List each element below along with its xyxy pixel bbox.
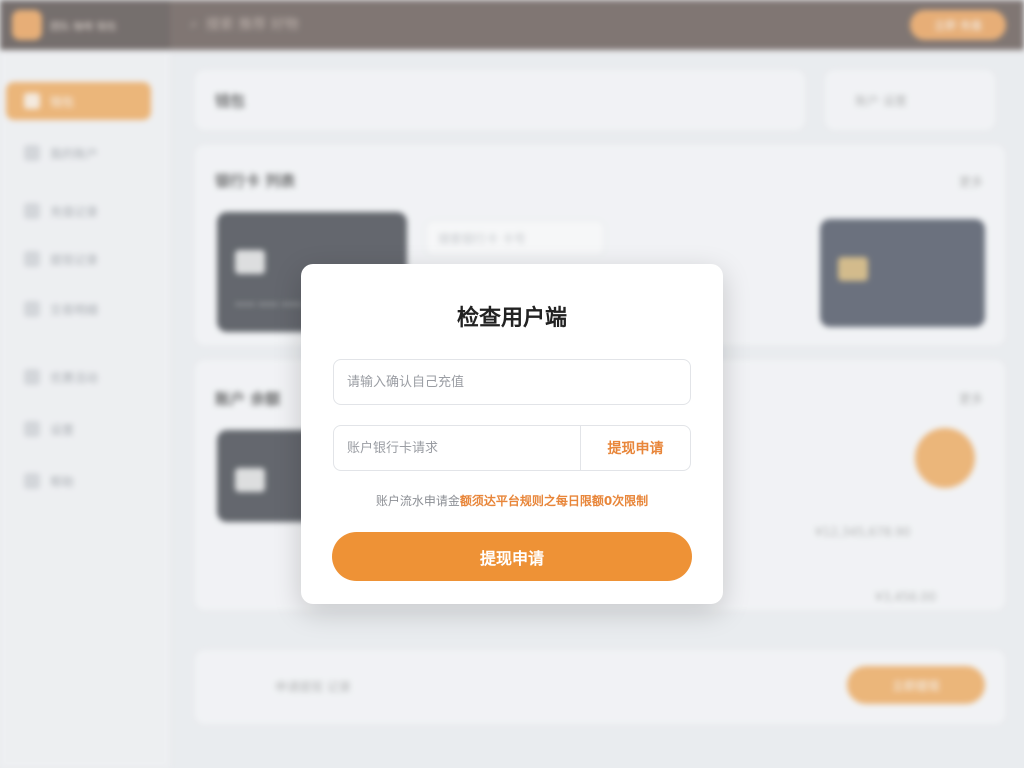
submit-button[interactable]: 提现申请 [332, 532, 692, 581]
account-field[interactable]: 提现申请 [333, 425, 691, 471]
hint-highlight: 额须达平台规则之每日限额0次限制 [459, 494, 649, 508]
dialog-title: 检查用户端 [456, 306, 567, 331]
account-input[interactable] [334, 426, 580, 470]
confirm-field[interactable] [333, 359, 691, 405]
hint-text: 账户流水申请金 [375, 494, 460, 508]
dialog-hint: 账户流水申请金额须达平台规则之每日限额0次限制 [301, 492, 723, 509]
field-action-button[interactable]: 提现申请 [581, 426, 690, 470]
confirm-input[interactable] [334, 360, 690, 404]
withdraw-dialog: 检查用户端 提现申请 账户流水申请金额须达平台规则之每日限额0次限制 提现申请 [301, 264, 723, 604]
